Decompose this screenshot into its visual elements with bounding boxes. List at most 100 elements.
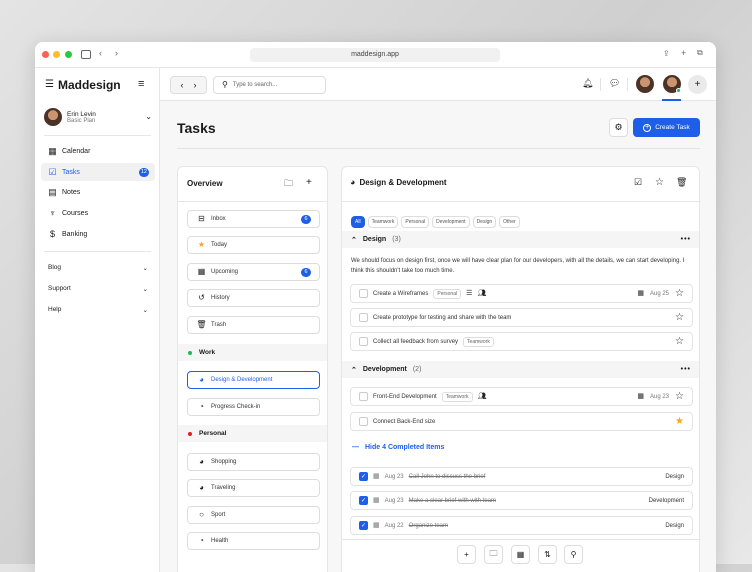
item-label: Traveling	[211, 485, 236, 491]
filter-design[interactable]: Design	[472, 216, 497, 228]
task-row[interactable]: Create prototype for testing and share w…	[350, 308, 693, 327]
url-bar[interactable]: maddesign.app	[250, 48, 500, 62]
settings-button[interactable]: ⚙	[609, 118, 628, 137]
completed-task-row[interactable]: ✓ ▦ Aug 22 Organize team Design	[350, 516, 693, 535]
add-task-button[interactable]: +	[457, 545, 476, 564]
overview-item-design-development[interactable]: ◕ Design & Development	[187, 371, 320, 389]
filter-teamwork[interactable]: Teamwork	[367, 216, 399, 228]
chevron-down-icon[interactable]: ⌄	[145, 113, 152, 121]
add-folder-icon[interactable]: 🗀︎	[284, 179, 293, 188]
create-task-button[interactable]: + Create Task	[633, 118, 700, 137]
task-row[interactable]: Collect all feedback from survey Teamwork…	[350, 332, 693, 351]
star-outline-icon[interactable]: ☆	[675, 288, 684, 299]
overview-item-progress-check-in[interactable]: ◔ Progress Check-in	[187, 398, 320, 416]
progress-icon: ◕	[199, 457, 204, 466]
filter-development[interactable]: Development	[432, 216, 470, 228]
sidebar-item-banking[interactable]: $ Banking	[41, 225, 155, 243]
filter-other[interactable]: Other	[499, 216, 520, 228]
checked-checkbox[interactable]: ✓	[359, 521, 368, 530]
completed-task-row[interactable]: ✓ ▦ Aug 23 Make a clear brief with with tea…	[350, 491, 693, 510]
more-icon[interactable]: •••	[681, 366, 691, 373]
overview-item-inbox[interactable]: ⊟ Inbox 6	[187, 210, 320, 228]
add-icon[interactable]: +	[306, 178, 312, 188]
calendar-button[interactable]: ▦	[511, 545, 530, 564]
overview-item-history[interactable]: ↺ History	[187, 289, 320, 307]
share-icon[interactable]: ⇪	[663, 50, 670, 58]
bell-icon[interactable]: 🔔︎	[582, 79, 593, 88]
more-icon[interactable]: •••	[681, 236, 691, 243]
maximize-window-button[interactable]	[65, 51, 72, 58]
star-outline-icon[interactable]: ☆	[675, 336, 684, 347]
section-name: Design	[362, 236, 387, 243]
calendar-icon: ▦	[373, 522, 380, 529]
sidebar-section-blog[interactable]: Blog ⌄	[48, 264, 148, 272]
menu-icon[interactable]: ≡	[138, 79, 144, 90]
task-date: Aug 25	[650, 290, 670, 297]
add-folder-button[interactable]: 🗀︎	[484, 545, 503, 564]
sort-button[interactable]: ⇅	[538, 545, 557, 564]
sidebar-item-notes[interactable]: ▤ Notes	[41, 183, 155, 201]
chevron-up-icon: ⌃	[351, 366, 357, 374]
task-checkbox[interactable]	[359, 289, 368, 298]
detail-title: Design & Development	[359, 178, 447, 187]
checked-checkbox[interactable]: ✓	[359, 472, 368, 481]
sidebar-item-tasks[interactable]: ☑ Tasks 12	[41, 163, 155, 181]
minimize-window-button[interactable]	[53, 51, 60, 58]
close-window-button[interactable]	[42, 51, 49, 58]
development-section-header[interactable]: ⌃ Development (2) •••	[342, 361, 699, 378]
star-outline-icon[interactable]: ☆	[675, 312, 684, 323]
task-row[interactable]: Create a Wireframes Personal ☰ 👥︎ ▦ Aug 25 ☆	[350, 284, 693, 303]
user-profile[interactable]: Erin Levin Basic Plan ⌄	[44, 106, 152, 128]
group-work[interactable]: Work	[178, 344, 327, 361]
sidebar-toggle-icon[interactable]	[81, 50, 91, 59]
add-button[interactable]: +	[688, 75, 707, 94]
overview-item-traveling[interactable]: ◕ Traveling	[187, 479, 320, 497]
star-filled-icon[interactable]: ★	[675, 416, 684, 427]
logo-icon: ☰	[45, 79, 54, 90]
completed-task-row[interactable]: ✓ ▦ Aug 23 Call John to discuss the brief De…	[350, 467, 693, 486]
overview-item-today[interactable]: ★ Today	[187, 236, 320, 254]
task-checkbox[interactable]	[359, 417, 368, 426]
back-icon[interactable]: ‹	[99, 49, 102, 58]
sidebar-item-courses[interactable]: ♆ Courses	[41, 204, 155, 222]
check-square-icon[interactable]: ☑	[634, 178, 642, 187]
search-icon: ⚲	[222, 80, 228, 89]
task-checkbox[interactable]	[359, 337, 368, 346]
task-row[interactable]: Front-End Development Teamwork 👥︎ ▦ Aug 23 ☆	[350, 387, 693, 406]
divider	[342, 201, 699, 202]
chat-icon[interactable]: 💬︎	[609, 79, 620, 88]
overview-item-trash[interactable]: 🗑︎ Trash	[187, 316, 320, 334]
new-tab-icon[interactable]: +	[681, 49, 686, 58]
task-date: Aug 23	[384, 473, 404, 480]
task-title: Create prototype for testing and share w…	[373, 314, 512, 321]
forward-icon[interactable]: ›	[194, 80, 197, 90]
task-checkbox[interactable]	[359, 392, 368, 401]
filter-all[interactable]: All	[351, 216, 365, 228]
overview-item-sport[interactable]: ○ Sport	[187, 506, 320, 524]
overview-item-health[interactable]: ◔ Health	[187, 532, 320, 550]
sidebar-section-help[interactable]: Help ⌄	[48, 306, 148, 314]
star-outline-icon[interactable]: ☆	[675, 391, 684, 402]
calendar-icon: ▦	[48, 145, 57, 156]
back-icon[interactable]: ‹	[181, 80, 184, 90]
forward-icon[interactable]: ›	[115, 49, 118, 58]
hide-completed-toggle[interactable]: — Hide 4 Completed Items	[352, 444, 444, 451]
group-personal[interactable]: Personal	[178, 425, 327, 442]
checked-checkbox[interactable]: ✓	[359, 496, 368, 505]
design-section-header[interactable]: ⌃ Design (3) •••	[342, 231, 699, 248]
trash-icon[interactable]: 🗑︎	[676, 178, 687, 187]
sidebar-section-support[interactable]: Support ⌄	[48, 285, 148, 293]
tabs-overview-icon[interactable]: ⧉	[697, 49, 703, 57]
overview-item-shopping[interactable]: ◕ Shopping	[187, 453, 320, 471]
sidebar-item-calendar[interactable]: ▦ Calendar	[41, 142, 155, 160]
search-button[interactable]: ⚲	[564, 545, 583, 564]
filter-personal[interactable]: Personal	[401, 216, 430, 228]
team-avatar[interactable]	[636, 75, 654, 93]
task-category: Development	[648, 497, 684, 504]
search-input[interactable]: ⚲ Type to search...	[213, 76, 326, 94]
task-row[interactable]: Connect Back-End size ★	[350, 412, 693, 431]
task-checkbox[interactable]	[359, 313, 368, 322]
calendar-icon: ▦	[373, 473, 380, 480]
overview-item-upcoming[interactable]: ▦ Upcoming 6	[187, 263, 320, 281]
star-outline-icon[interactable]: ☆	[655, 178, 664, 188]
